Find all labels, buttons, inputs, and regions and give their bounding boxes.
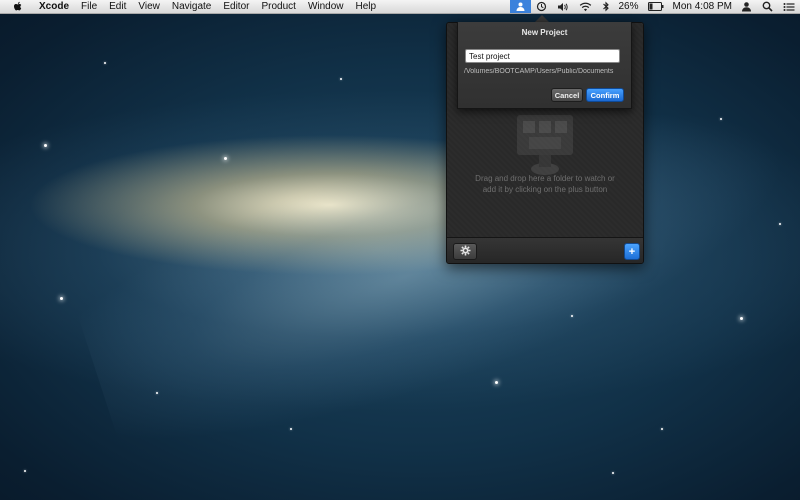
star	[571, 315, 573, 317]
star	[340, 78, 342, 80]
star	[779, 223, 781, 225]
star	[224, 157, 227, 160]
menu-app-name[interactable]: Xcode	[33, 0, 75, 13]
project-path: /Volumes/BOOTCAMP/Users/Public/Documents	[464, 68, 614, 75]
star	[104, 62, 106, 64]
apple-logo-icon[interactable]	[12, 1, 23, 12]
star	[661, 428, 663, 430]
volume-icon[interactable]	[552, 0, 574, 13]
menu-view[interactable]: View	[132, 0, 166, 13]
star	[740, 317, 743, 320]
empty-state-text: Drag and drop here a folder to watch or …	[465, 173, 625, 195]
empty-state-line-1: Drag and drop here a folder to watch or	[475, 174, 615, 183]
star	[24, 470, 26, 472]
app-status-icon[interactable]	[509, 0, 531, 13]
star	[60, 297, 63, 300]
panel-footer: +	[447, 237, 643, 263]
battery-percent[interactable]: 26%	[615, 0, 643, 13]
new-project-dialog: New Project /Volumes/BOOTCAMP/Users/Publ…	[457, 22, 632, 109]
desktop-wallpaper	[0, 0, 800, 500]
clock[interactable]: Mon 4:08 PM	[669, 0, 736, 13]
menu-bar: Xcode File Edit View Navigate Editor Pro…	[0, 0, 800, 14]
menu-product[interactable]: Product	[255, 0, 301, 13]
gear-icon	[460, 243, 471, 261]
menu-editor[interactable]: Editor	[217, 0, 255, 13]
spotlight-icon[interactable]	[757, 0, 778, 13]
time-machine-icon[interactable]	[531, 0, 552, 13]
star	[44, 144, 47, 147]
star	[156, 392, 158, 394]
star	[720, 118, 722, 120]
menu-window[interactable]: Window	[302, 0, 350, 13]
project-name-input[interactable]	[465, 49, 620, 63]
menu-navigate[interactable]: Navigate	[166, 0, 217, 13]
menu-edit[interactable]: Edit	[103, 0, 132, 13]
galaxy-band	[62, 44, 800, 486]
menu-help[interactable]: Help	[350, 0, 383, 13]
user-icon[interactable]	[736, 0, 757, 13]
star	[612, 472, 614, 474]
wifi-icon[interactable]	[574, 0, 597, 13]
notification-center-icon[interactable]	[778, 0, 800, 13]
folder-watch-illustration	[517, 115, 573, 175]
cancel-button[interactable]: Cancel	[551, 88, 583, 102]
popover-arrow	[535, 15, 549, 22]
star	[290, 428, 292, 430]
battery-icon[interactable]	[643, 0, 669, 13]
empty-state-line-2: add it by clicking on the plus button	[482, 185, 608, 194]
bluetooth-icon[interactable]	[597, 0, 615, 13]
confirm-button[interactable]: Confirm	[586, 88, 624, 102]
menu-file[interactable]: File	[75, 0, 103, 13]
settings-button[interactable]	[453, 243, 477, 260]
star	[495, 381, 498, 384]
dialog-title: New Project	[521, 28, 568, 37]
add-folder-button[interactable]: +	[624, 243, 640, 260]
